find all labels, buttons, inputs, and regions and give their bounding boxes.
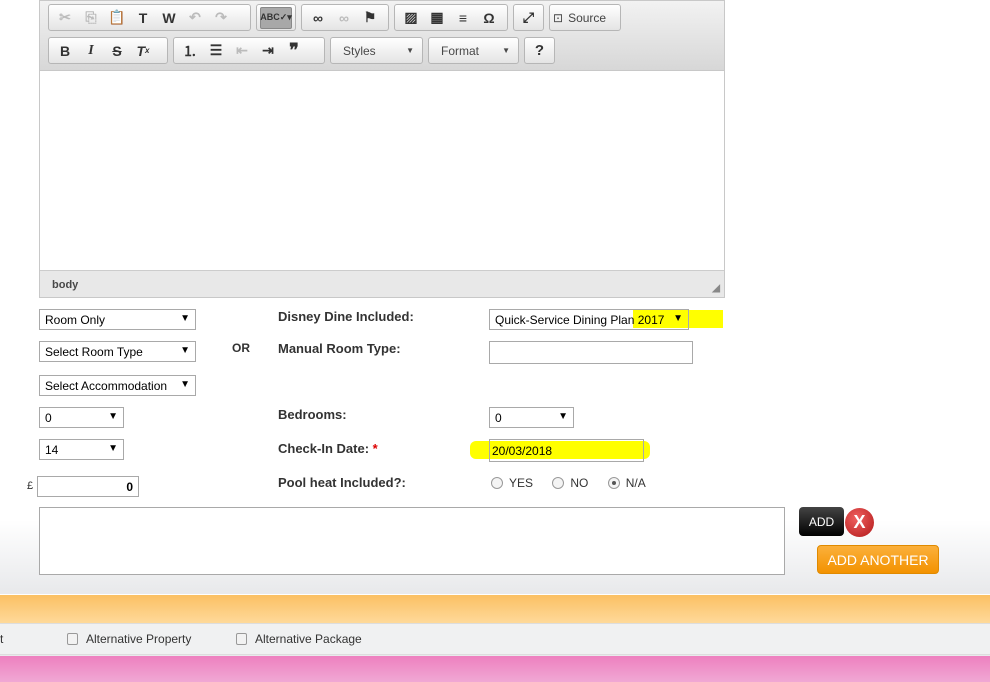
bedrooms-select[interactable]: 0 ▼ [489,407,574,428]
help-button[interactable]: ? [524,37,555,64]
spellcheck-icon[interactable]: ABC✓▾ [260,6,292,29]
insert-group: ▨ ▦ ≡ Ω [394,4,508,31]
undo-icon[interactable]: ↶ [182,7,208,29]
format-dropdown[interactable]: Format ▼ [428,37,519,64]
pool-heat-radio-group: YES NO N/A [491,476,662,492]
checkin-date-input[interactable]: 20/03/2018 [489,439,644,462]
paste-word-icon[interactable]: W [156,7,182,29]
element-path: body ◢ [40,270,724,297]
outdent-icon[interactable]: ⇤ [229,40,255,62]
clipboard-group: ✂ ⎘ 📋 T W ↶ ↷ [48,4,251,31]
maximize-icon[interactable]: ⤢ [517,7,540,29]
or-label: OR [232,341,250,355]
blockquote-icon[interactable]: ❞ [281,40,307,62]
editor-content-area[interactable] [40,72,724,272]
orange-band [0,594,990,623]
board-select[interactable]: Room Only ▼ [39,309,196,330]
paste-icon[interactable]: 📋 [104,7,130,29]
pool-no-radio[interactable]: NO [552,476,588,490]
horizontal-line-icon[interactable]: ≡ [450,7,476,29]
disney-dine-label: Disney Dine Included: [278,309,414,324]
paste-text-icon[interactable]: T [130,7,156,29]
image-icon[interactable]: ▨ [398,7,424,29]
notes-textarea[interactable] [39,507,785,575]
bulleted-list-icon[interactable]: ☰ [203,40,229,62]
add-button[interactable]: ADD [799,507,844,536]
chevron-down-icon: ▼ [502,46,510,55]
disney-dine-select[interactable]: Quick-Service Dining Plan 2017 ▼ [489,309,689,330]
styles-dropdown[interactable]: Styles ▼ [330,37,423,64]
number-select-b[interactable]: 14 ▼ [39,439,124,460]
link-group: ∞ ∞ ⚑ [301,4,389,31]
basic-styles-group: B I S Tx [48,37,168,64]
pool-yes-radio[interactable]: YES [491,476,533,490]
spellcheck-group: ABC✓▾ [256,4,296,31]
italic-icon[interactable]: I [78,40,104,62]
bold-icon[interactable]: B [52,40,78,62]
table-icon[interactable]: ▦ [424,7,450,29]
remove-button[interactable]: X [845,508,874,537]
number-select-a[interactable]: 0 ▼ [39,407,124,428]
numbered-list-icon[interactable]: ⒈ [177,40,203,62]
source-icon: ⊡ [553,10,564,25]
pool-na-radio[interactable]: N/A [607,476,646,490]
required-mark: * [372,441,378,456]
resize-handle-icon[interactable]: ◢ [712,283,720,294]
manual-room-label: Manual Room Type: [278,341,401,356]
checkin-label: Check-In Date: * [278,441,378,456]
maximize-group: ⤢ [513,4,544,31]
indent-icon[interactable]: ⇥ [255,40,281,62]
chevron-down-icon: ▼ [673,313,683,324]
pink-band [0,656,990,682]
chevron-down-icon: ▼ [180,379,190,390]
special-char-omega-icon[interactable]: Ω [476,7,502,29]
rich-text-editor: ✂ ⎘ 📋 T W ↶ ↷ ABC✓▾ ∞ ∞ ⚑ ▨ ▦ ≡ Ω ⤢ ⊡ Sou… [39,0,725,298]
add-another-button[interactable]: ADD ANOTHER [817,545,939,574]
price-input[interactable]: 0 [37,476,139,497]
anchor-flag-icon[interactable]: ⚑ [357,7,383,29]
path-body[interactable]: body [52,279,78,291]
remove-format-icon[interactable]: Tx [130,40,156,62]
source-button[interactable]: ⊡ Source [549,4,621,31]
pool-heat-label: Pool heat Included?: [278,475,406,490]
chevron-down-icon: ▼ [558,411,568,422]
copy-icon[interactable]: ⎘ [78,7,104,29]
currency-symbol: £ [27,480,34,492]
cut-icon[interactable]: ✂ [52,7,78,29]
partial-option-label: t [0,632,4,646]
chevron-down-icon: ▼ [180,345,190,356]
link-icon[interactable]: ∞ [305,7,331,29]
chevron-down-icon: ▼ [406,46,414,55]
strikethrough-icon[interactable]: S [104,40,130,62]
unlink-icon[interactable]: ∞ [331,7,357,29]
alternative-package-checkbox[interactable]: Alternative Package [236,632,362,646]
accommodation-select[interactable]: Select Accommodation ▼ [39,375,196,396]
manual-room-input[interactable] [489,341,693,364]
chevron-down-icon: ▼ [108,411,118,422]
bedrooms-label: Bedrooms: [278,407,347,422]
redo-icon[interactable]: ↷ [208,7,234,29]
chevron-down-icon: ▼ [108,443,118,454]
editor-toolbar: ✂ ⎘ 📋 T W ↶ ↷ ABC✓▾ ∞ ∞ ⚑ ▨ ▦ ≡ Ω ⤢ ⊡ Sou… [40,1,724,71]
chevron-down-icon: ▼ [180,313,190,324]
paragraph-group: ⒈ ☰ ⇤ ⇥ ❞ [173,37,325,64]
alternative-property-checkbox[interactable]: Alternative Property [67,632,191,646]
room-type-select[interactable]: Select Room Type ▼ [39,341,196,362]
